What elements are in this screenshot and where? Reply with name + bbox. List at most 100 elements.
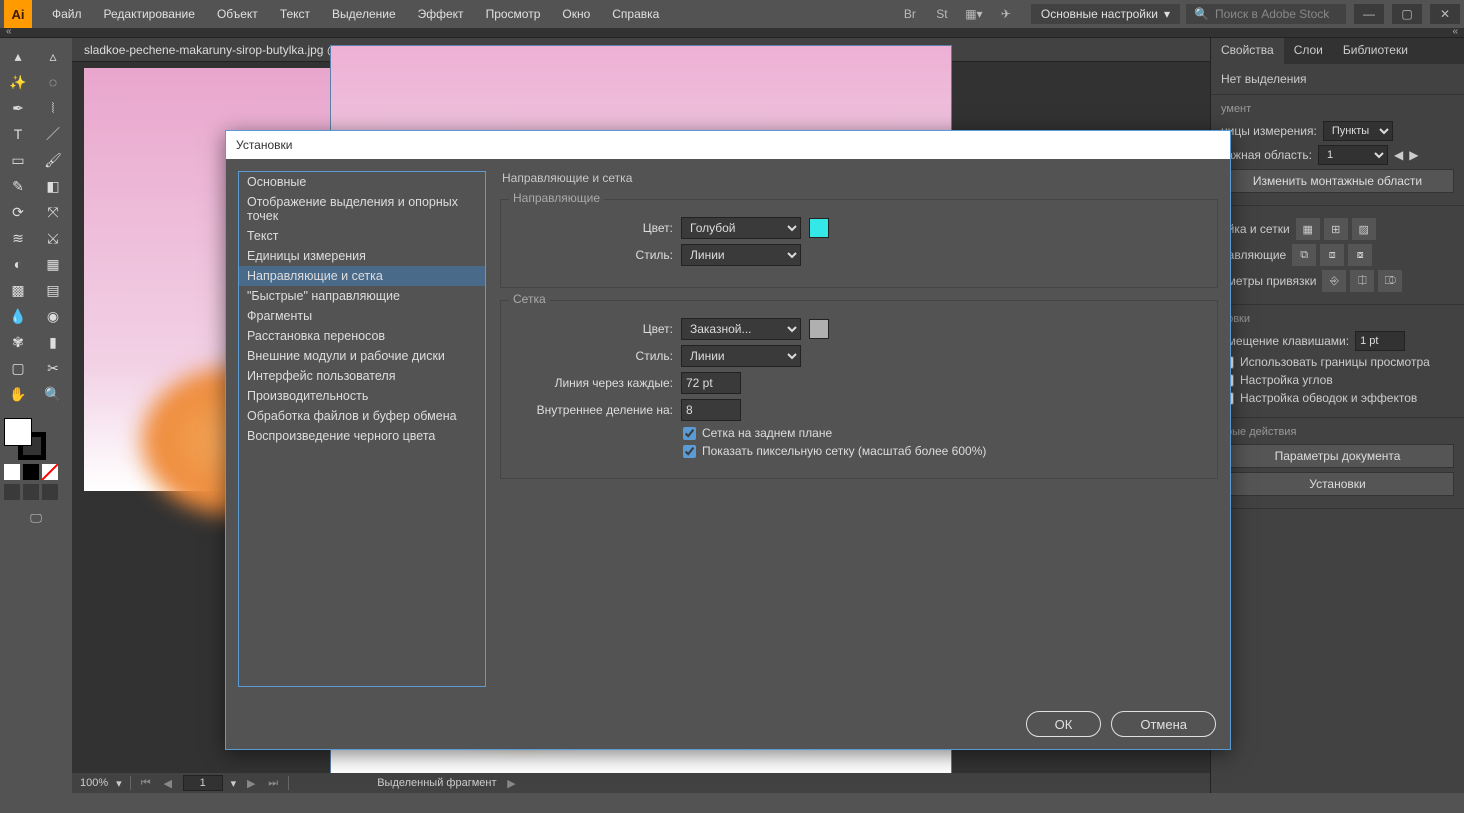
bridge-icon[interactable]: Br [897,4,923,24]
fill-stroke-swatch[interactable] [4,418,46,460]
pen-tool[interactable]: ✒ [2,96,34,120]
mesh-tool[interactable]: ▩ [2,278,34,302]
next-page-button[interactable]: ▶ [244,777,258,790]
arrange-docs-icon[interactable]: ▦▾ [961,4,987,24]
close-button[interactable]: ✕ [1430,4,1460,24]
guides-show-icon[interactable]: ⧉ [1292,244,1316,266]
prefs-cat-file-handling[interactable]: Обработка файлов и буфер обмена [239,406,485,426]
maximize-button[interactable]: ▢ [1392,4,1422,24]
prefs-cat-slices[interactable]: Фрагменты [239,306,485,326]
rectangle-tool[interactable]: ▭ [2,148,34,172]
smart-guides-icon[interactable]: ⧇ [1348,244,1372,266]
snap-pixel-icon[interactable]: ⎄ [1378,270,1402,292]
eyedropper-tool[interactable]: 💧 [2,304,34,328]
gradient-tool[interactable]: ▤ [37,278,69,302]
grid-toggle-icon[interactable]: ⊞ [1324,218,1348,240]
type-tool[interactable]: T [2,122,34,146]
grid-color-swatch[interactable] [809,319,829,339]
page-input[interactable] [183,775,223,791]
transparency-grid-icon[interactable]: ▨ [1352,218,1376,240]
draw-normal-icon[interactable] [4,484,20,500]
grid-style-select[interactable]: Линии [681,345,801,367]
snap-grid-icon[interactable]: ⎅ [1350,270,1374,292]
stock-icon[interactable]: St [929,4,955,24]
none-mode-icon[interactable] [42,464,58,480]
collapse-right-icon[interactable]: « [1452,26,1458,37]
menu-effect[interactable]: Эффект [408,3,474,25]
tab-properties[interactable]: Свойства [1211,38,1284,64]
hand-tool[interactable]: ✋ [2,382,34,406]
units-select[interactable]: Пункты [1323,121,1393,141]
symbol-sprayer-tool[interactable]: ✾ [2,330,34,354]
menu-select[interactable]: Выделение [322,3,406,25]
guides-lock-icon[interactable]: ⧈ [1320,244,1344,266]
next-artboard-icon[interactable]: ▶ [1409,148,1418,162]
prefs-cat-guides-grid[interactable]: Направляющие и сетка [239,266,485,286]
prefs-cat-selection[interactable]: Отображение выделения и опорных точек [239,192,485,226]
menu-help[interactable]: Справка [602,3,669,25]
draw-inside-icon[interactable] [42,484,58,500]
prefs-cat-performance[interactable]: Производительность [239,386,485,406]
artboard-select[interactable]: 1 [1318,145,1388,165]
search-stock-field[interactable]: 🔍 Поиск в Adobe Stock [1186,4,1346,24]
curvature-tool[interactable]: ⦚ [37,96,69,120]
eraser-tool[interactable]: ◧ [37,174,69,198]
first-page-button[interactable]: ⏮ [139,777,153,790]
document-params-button[interactable]: Параметры документа [1221,444,1454,468]
collapse-left-icon[interactable]: « [6,26,12,37]
width-tool[interactable]: ≋ [2,226,34,250]
prev-page-button[interactable]: ◀ [161,777,175,790]
zoom-level[interactable]: 100% [80,777,108,789]
artboard-tool[interactable]: ▢ [2,356,34,380]
prefs-cat-units[interactable]: Единицы измерения [239,246,485,266]
direct-selection-tool[interactable]: ▵ [37,44,69,68]
shaper-tool[interactable]: ✎ [2,174,34,198]
status-play-icon[interactable]: ▶ [505,777,519,790]
workspace-switcher[interactable]: Основные настройки▾ [1031,4,1180,24]
preferences-button[interactable]: Установки [1221,472,1454,496]
paintbrush-tool[interactable]: 🖌 [37,148,69,172]
draw-behind-icon[interactable] [23,484,39,500]
chevron-down-icon[interactable]: ▾ [231,777,237,790]
scale-tool[interactable]: ⤧ [37,200,69,224]
prefs-cat-type[interactable]: Текст [239,226,485,246]
chevron-down-icon[interactable]: ▾ [116,777,122,790]
cancel-button[interactable]: Отмена [1111,711,1216,737]
edit-artboards-button[interactable]: Изменить монтажные области [1221,169,1454,193]
tab-libraries[interactable]: Библиотеки [1333,38,1418,64]
free-transform-tool[interactable]: ⤩ [37,226,69,250]
menu-file[interactable]: Файл [42,3,92,25]
guides-color-select[interactable]: Голубой [681,217,801,239]
prefs-cat-plugins[interactable]: Внешние модули и рабочие диски [239,346,485,366]
tab-layers[interactable]: Слои [1284,38,1333,64]
rotate-tool[interactable]: ⟳ [2,200,34,224]
zoom-tool[interactable]: 🔍 [37,382,69,406]
ruler-toggle-icon[interactable]: ▦ [1296,218,1320,240]
subdivisions-input[interactable] [681,399,741,421]
minimize-button[interactable]: ― [1354,4,1384,24]
show-pixel-grid-checkbox[interactable] [683,445,696,458]
color-mode-icon[interactable] [4,464,20,480]
prefs-cat-ui[interactable]: Интерфейс пользователя [239,366,485,386]
dialog-titlebar[interactable]: Установки [226,131,1230,159]
gradient-mode-icon[interactable] [23,464,39,480]
guides-color-swatch[interactable] [809,218,829,238]
menu-window[interactable]: Окно [552,3,600,25]
screen-mode-icon[interactable]: 🖵 [20,506,52,530]
guides-style-select[interactable]: Линии [681,244,801,266]
prefs-cat-general[interactable]: Основные [239,172,485,192]
gridline-every-input[interactable] [681,372,741,394]
prefs-cat-black[interactable]: Воспроизведение черного цвета [239,426,485,446]
prefs-cat-hyphenation[interactable]: Расстановка переносов [239,326,485,346]
line-tool[interactable]: ／ [37,122,69,146]
keyboard-increment-input[interactable] [1355,331,1405,351]
slice-tool[interactable]: ✂ [37,356,69,380]
blend-tool[interactable]: ◉ [37,304,69,328]
snap-point-icon[interactable]: ⎆ [1322,270,1346,292]
fill-swatch[interactable] [4,418,32,446]
menu-text[interactable]: Текст [270,3,320,25]
gpu-icon[interactable]: ✈ [993,4,1019,24]
menu-object[interactable]: Объект [207,3,268,25]
selection-tool[interactable]: ▴ [2,44,34,68]
perspective-tool[interactable]: ▦ [37,252,69,276]
